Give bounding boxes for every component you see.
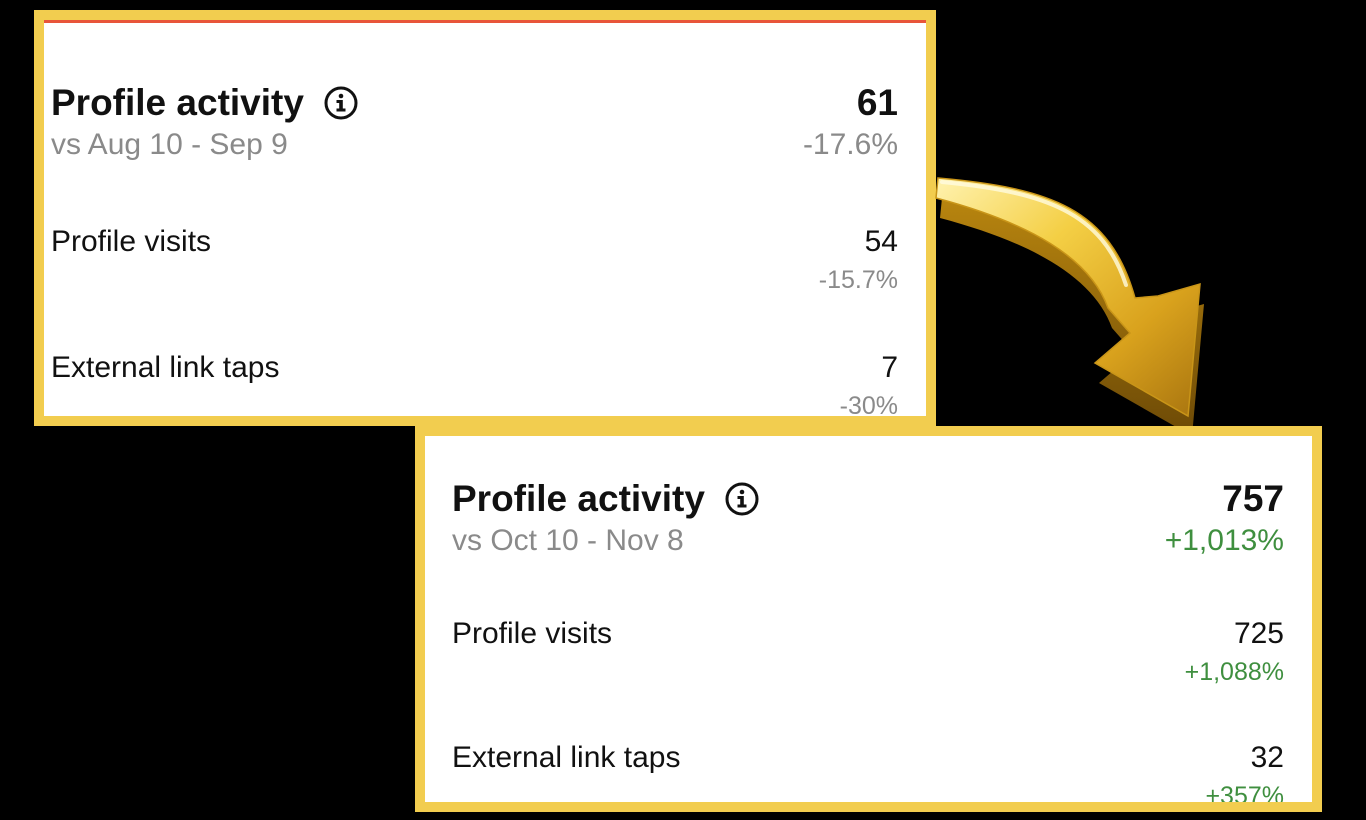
metric-label: External link taps (452, 741, 681, 774)
profile-activity-total: 757 (1222, 478, 1284, 519)
metric-label: Profile visits (51, 225, 212, 258)
metric-value: 725 (1233, 617, 1284, 650)
profile-activity-title: Profile activity (51, 82, 358, 124)
profile-activity-card-after: Profile activity 757 vs Oct 10 - Nov 8 +… (415, 426, 1322, 812)
info-icon[interactable] (324, 86, 358, 120)
comparison-period: vs Aug 10 - Sep 9 (51, 128, 288, 161)
metric-change: +1,088% (1184, 658, 1284, 686)
metric-change: +357% (1205, 782, 1284, 810)
metric-change: -30% (839, 392, 898, 420)
metric-value: 54 (864, 225, 898, 258)
profile-activity-title: Profile activity (452, 478, 759, 520)
metric-label: Profile visits (452, 617, 613, 650)
total-change: +1,013% (1164, 524, 1284, 557)
profile-activity-title-text: Profile activity (452, 478, 705, 519)
metric-value: 7 (881, 351, 898, 384)
metric-value: 32 (1250, 741, 1284, 774)
metric-change: -15.7% (818, 266, 898, 294)
profile-activity-title-text: Profile activity (51, 82, 304, 123)
profile-activity-card-before: Profile activity 61 vs Aug 10 - Sep 9 -1… (34, 10, 936, 426)
metric-label: External link taps (51, 351, 280, 384)
info-icon[interactable] (725, 482, 759, 516)
accent-line (44, 20, 926, 23)
curved-arrow-icon (935, 177, 1204, 436)
profile-activity-total: 61 (856, 82, 898, 123)
total-change: -17.6% (802, 128, 898, 161)
comparison-period: vs Oct 10 - Nov 8 (452, 524, 684, 557)
